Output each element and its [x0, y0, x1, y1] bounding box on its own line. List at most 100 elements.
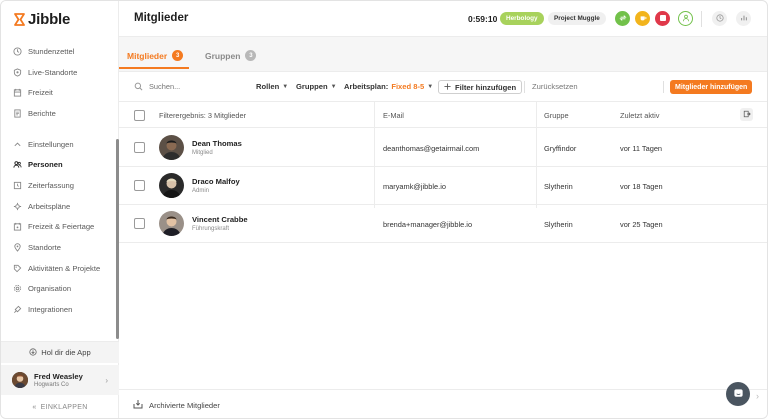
- header-divider: [701, 11, 702, 27]
- user-status-button[interactable]: [678, 11, 693, 26]
- tag-icon: [13, 264, 22, 273]
- export-button[interactable]: [740, 108, 753, 121]
- sidebar-item-label: Stundenzettel: [28, 46, 75, 56]
- member-email: maryamk@jibble.io: [383, 182, 446, 191]
- row-checkbox[interactable]: [134, 180, 145, 191]
- collapse-label: EINKLAPPEN: [40, 403, 88, 411]
- sidebar-item-label: Freizeit: [28, 88, 53, 98]
- sidebar-item-label: Integrationen: [28, 305, 73, 315]
- search-icon: [134, 82, 143, 93]
- table-row[interactable]: Dean Thomas Mitglied deanthomas@getairma…: [119, 129, 767, 167]
- search-input[interactable]: [149, 80, 239, 93]
- sidebar-item-people[interactable]: Personen: [1, 154, 119, 175]
- member-name[interactable]: Vincent Crabbe: [192, 215, 248, 224]
- sidebar-item-settings[interactable]: Einstellungen: [1, 134, 119, 155]
- sidebar-item-integrations[interactable]: Integrationen: [1, 299, 119, 320]
- download-icon: [29, 347, 37, 358]
- stop-button[interactable]: [655, 11, 670, 26]
- sidebar-item-time-off[interactable]: Freizeit: [1, 82, 119, 103]
- member-name[interactable]: Draco Malfoy: [192, 177, 240, 186]
- tab-count-badge: 3: [245, 50, 257, 61]
- sidebar-item-reports[interactable]: Berichte: [1, 103, 119, 124]
- sidebar-item-schedules[interactable]: Arbeitspläne: [1, 196, 119, 217]
- work-schedule-filter-label: Arbeitsplan:: [344, 82, 389, 91]
- user-menu[interactable]: Fred Weasley Hogwarts Co ›: [1, 365, 119, 395]
- last-active-column-header[interactable]: Zuletzt aktiv: [620, 111, 659, 120]
- top-header: Mitglieder 0:59:10 Herbology Project Mug…: [119, 1, 767, 37]
- sidebar-item-timesheets[interactable]: Stundenzettel: [1, 41, 119, 62]
- sidebar-item-time-tracking[interactable]: Zeiterfassung: [1, 175, 119, 196]
- member-name[interactable]: Dean Thomas: [192, 139, 242, 148]
- app-window: Jibble Stundenzettel Live-Standorte Frei…: [0, 0, 768, 419]
- tab-members[interactable]: Mitglieder 3: [127, 50, 184, 61]
- sidebar-nav: Stundenzettel Live-Standorte Freizeit Be…: [1, 41, 119, 320]
- brand-name: Jibble: [28, 11, 71, 28]
- sidebar-item-holidays[interactable]: Freizeit & Feiertage: [1, 217, 119, 238]
- switch-activity-button[interactable]: [615, 11, 630, 26]
- table-row[interactable]: Draco Malfoy Admin maryamk@jibble.io Sly…: [119, 167, 767, 205]
- caret-down-icon: ▼: [282, 83, 289, 90]
- sidebar-item-organization[interactable]: Organisation: [1, 279, 119, 300]
- timer[interactable]: 0:59:10: [468, 14, 497, 24]
- row-checkbox[interactable]: [134, 142, 145, 153]
- sidebar-item-label: Berichte: [28, 108, 56, 118]
- nav-divider: [1, 124, 119, 134]
- group-column-header[interactable]: Gruppe: [544, 111, 569, 120]
- support-chat-button[interactable]: [726, 382, 750, 406]
- add-members-button[interactable]: Mitglieder hinzufügen: [670, 80, 753, 94]
- caret-down-icon: ▼: [427, 83, 434, 90]
- timesheet-shortcut-button[interactable]: [712, 11, 727, 26]
- add-filter-button[interactable]: Filter hinzufügen: [438, 80, 523, 94]
- people-icon: [13, 160, 22, 169]
- caret-down-icon: ▼: [330, 83, 337, 90]
- collapse-button[interactable]: « EINKLAPPEN: [1, 397, 119, 417]
- active-tab-indicator: [119, 67, 189, 69]
- email-column-header[interactable]: E-Mail: [383, 111, 404, 120]
- work-schedule-filter[interactable]: Arbeitsplan: Fixed 8-5 ▼: [344, 82, 433, 91]
- select-all-checkbox[interactable]: [134, 110, 145, 121]
- sidebar-item-live-locations[interactable]: Live-Standorte: [1, 62, 119, 83]
- sidebar-item-label: Arbeitspläne: [28, 201, 71, 211]
- project-badge[interactable]: Project Muggle: [548, 12, 606, 25]
- sidebar-item-activities-projects[interactable]: Aktivitäten & Projekte: [1, 258, 119, 279]
- chevron-right-icon[interactable]: ›: [756, 391, 759, 401]
- reports-shortcut-button[interactable]: [736, 11, 751, 26]
- groups-filter[interactable]: Gruppen ▼: [296, 82, 337, 91]
- reset-filters-button[interactable]: Zurücksetzen: [532, 82, 578, 91]
- sidebar-item-locations[interactable]: Standorte: [1, 237, 119, 258]
- gear-icon: [13, 284, 22, 293]
- avatar: [159, 173, 184, 198]
- user-name: Fred Weasley: [34, 372, 83, 381]
- tab-bar: Mitglieder 3 Gruppen 3: [119, 37, 767, 69]
- get-app-label: Hol dir die App: [41, 348, 91, 357]
- archived-members-link[interactable]: Archivierte Mitglieder: [119, 389, 767, 418]
- member-role: Führungskraft: [192, 226, 230, 232]
- avatar: [159, 211, 184, 236]
- table-row[interactable]: Vincent Crabbe Führungskraft brenda+mana…: [119, 205, 767, 243]
- bar-chart-icon: [740, 14, 748, 24]
- break-button[interactable]: [635, 11, 650, 26]
- table-header: Filterergebnis: 3 Mitglieder E-Mail Grup…: [119, 102, 767, 128]
- location-icon: [13, 243, 22, 252]
- main-content: Mitglieder 3 Gruppen 3 Rollen ▼ Gruppen …: [119, 37, 767, 418]
- page-title: Mitglieder: [134, 12, 189, 24]
- row-checkbox[interactable]: [134, 218, 145, 229]
- double-chevron-left-icon: «: [32, 403, 37, 411]
- get-app-button[interactable]: Hol dir die App: [1, 341, 119, 363]
- avatar: [12, 372, 28, 388]
- roles-filter-label: Rollen: [256, 82, 280, 91]
- member-email: brenda+manager@jibble.io: [383, 220, 473, 229]
- activity-badge[interactable]: Herbology: [500, 12, 544, 25]
- roles-filter[interactable]: Rollen ▼: [256, 82, 288, 91]
- member-email: deanthomas@getairmail.com: [383, 144, 480, 153]
- time-tracking-icon: [13, 181, 22, 190]
- member-group: Gryffindor: [544, 144, 577, 153]
- sidebar-item-label: Live-Standorte: [28, 67, 78, 77]
- logo[interactable]: Jibble: [14, 11, 70, 28]
- calendar-icon: [13, 88, 22, 97]
- sidebar-item-label: Freizeit & Feiertage: [28, 222, 95, 232]
- sidebar-item-label: Standorte: [28, 243, 61, 253]
- user-org: Hogwarts Co: [34, 382, 69, 388]
- tab-groups[interactable]: Gruppen 3: [205, 50, 257, 61]
- sidebar-item-label: Organisation: [28, 284, 72, 294]
